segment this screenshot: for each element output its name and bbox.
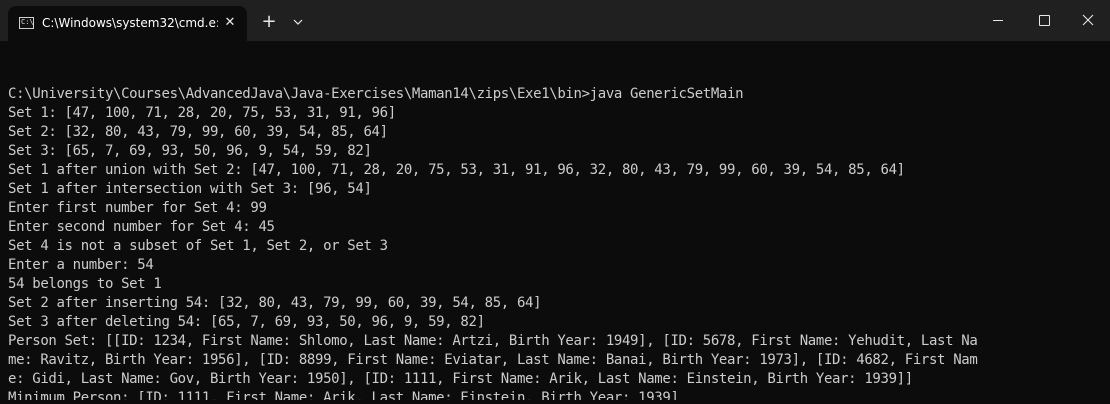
minimize-icon xyxy=(993,20,1003,21)
console-line: Set 4 is not a subset of Set 1, Set 2, o… xyxy=(8,238,388,254)
minimize-button[interactable] xyxy=(975,0,1021,41)
close-tab-icon: ✕ xyxy=(224,15,236,30)
cmd-icon-glyph: C:\ xyxy=(21,18,34,26)
cmd-icon: C:\ xyxy=(19,17,34,29)
tab-cmd[interactable]: C:\ C:\Windows\system32\cmd.e: ✕ xyxy=(8,6,247,41)
console-line: Minimum Person: [ID: 1111, First Name: A… xyxy=(8,390,679,400)
close-tab-button[interactable]: ✕ xyxy=(220,13,240,33)
chevron-down-icon xyxy=(293,19,303,25)
console-line: Enter second number for Set 4: 45 xyxy=(8,219,275,235)
console-line: Set 3: [65, 7, 69, 93, 50, 96, 9, 54, 59… xyxy=(8,143,372,159)
console-line: Set 2 after inserting 54: [32, 80, 43, 7… xyxy=(8,295,542,311)
tab-dropdown-button[interactable] xyxy=(288,12,308,32)
console-line: me: Ravitz, Birth Year: 1956], [ID: 8899… xyxy=(8,352,978,368)
console-line: Enter a number: 54 xyxy=(8,257,154,273)
tab-title: C:\Windows\system32\cmd.e: xyxy=(42,16,218,30)
maximize-icon xyxy=(1039,15,1050,26)
console-line: Set 1 after union with Set 2: [47, 100, … xyxy=(8,162,905,178)
console-line: C:\University\Courses\AdvancedJava\Java-… xyxy=(8,86,744,102)
console-line: Person Set: [[ID: 1234, First Name: Shlo… xyxy=(8,333,978,349)
maximize-button[interactable] xyxy=(1021,0,1067,41)
console-line: Set 1 after intersection with Set 3: [96… xyxy=(8,181,372,197)
console-line: Set 3 after deleting 54: [65, 7, 69, 93,… xyxy=(8,314,485,330)
console-line: e: Gidi, Last Name: Gov, Birth Year: 195… xyxy=(8,371,913,387)
close-icon xyxy=(1082,14,1094,26)
title-bar[interactable]: C:\ C:\Windows\system32\cmd.e: ✕ + xyxy=(0,0,1110,41)
new-tab-button[interactable]: + xyxy=(258,11,280,33)
console-output[interactable]: C:\University\Courses\AdvancedJava\Java-… xyxy=(8,66,1102,400)
console-line: 54 belongs to Set 1 xyxy=(8,276,162,292)
terminal-window: C:\ C:\Windows\system32\cmd.e: ✕ + C:\Un… xyxy=(0,0,1110,404)
console-line: Set 2: [32, 80, 43, 79, 99, 60, 39, 54, … xyxy=(8,124,388,140)
close-window-button[interactable] xyxy=(1067,0,1110,41)
plus-icon: + xyxy=(261,11,277,32)
console-line: Enter first number for Set 4: 99 xyxy=(8,200,267,216)
console-line: Set 1: [47, 100, 71, 28, 20, 75, 53, 31,… xyxy=(8,105,396,121)
